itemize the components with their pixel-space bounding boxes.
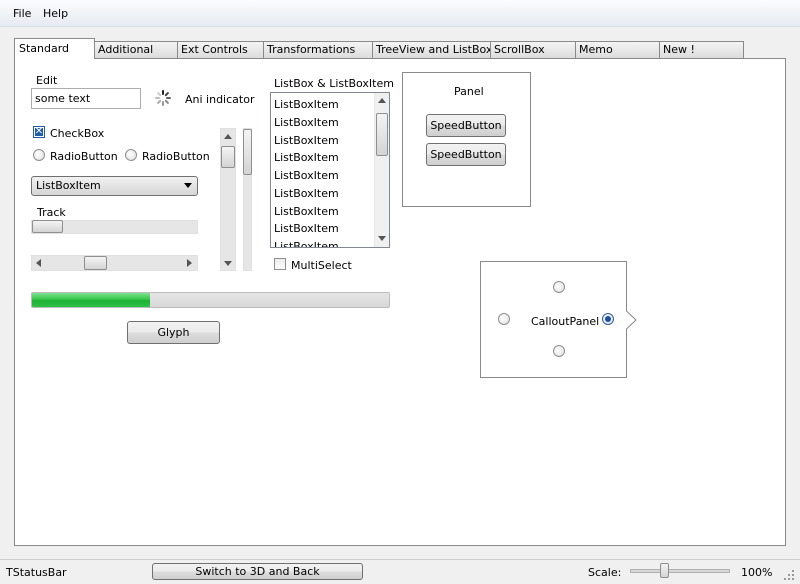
horizontal-scrollbar-thumb[interactable] — [84, 256, 107, 270]
arrow-left-icon[interactable] — [36, 259, 41, 267]
list-item[interactable]: ListBoxItem — [274, 205, 339, 218]
standard-page: Edit some text Ani indicator ✕ CheckBox … — [0, 0, 800, 584]
arrow-down-icon[interactable] — [378, 236, 386, 241]
check-mark-icon: ✕ — [34, 126, 44, 137]
callout-radio-right[interactable] — [602, 313, 614, 325]
list-item[interactable]: ListBoxItem — [274, 151, 339, 164]
listbox[interactable]: ListBoxItem ListBoxItem ListBoxItem List… — [270, 92, 390, 248]
edit-field[interactable]: some text — [31, 88, 141, 109]
chevron-down-icon — [184, 183, 192, 188]
edit-label: Edit — [36, 74, 58, 87]
arrow-up-icon[interactable] — [378, 98, 386, 103]
callout-radio-top[interactable] — [553, 281, 565, 293]
list-item[interactable]: ListBoxItem — [274, 187, 339, 200]
multiselect-label: MultiSelect — [291, 259, 352, 272]
speed-button-2[interactable]: SpeedButton — [426, 143, 506, 166]
multiselect-checkbox[interactable] — [274, 258, 286, 270]
list-item[interactable]: ListBoxItem — [274, 222, 339, 235]
track-thumb[interactable] — [32, 220, 63, 233]
horizontal-scrollbar[interactable] — [31, 255, 198, 271]
radio-button-1-label: RadioButton — [50, 150, 118, 163]
radio-button-2[interactable] — [125, 149, 137, 161]
list-item[interactable]: ListBoxItem — [274, 98, 339, 111]
list-item[interactable]: ListBoxItem — [274, 169, 339, 182]
progress-bar — [31, 292, 390, 308]
combo-box[interactable]: ListBoxItem — [31, 176, 198, 196]
callout-panel-label: CalloutPanel — [531, 315, 600, 328]
listbox-title: ListBox & ListBoxItem — [274, 77, 394, 90]
vertical-track-thumb[interactable] — [243, 129, 252, 175]
spinner-icon — [155, 90, 171, 106]
panel: Panel SpeedButton SpeedButton — [402, 72, 531, 207]
panel-label: Panel — [454, 85, 484, 98]
checkbox[interactable]: ✕ — [33, 126, 45, 138]
vertical-scrollbar-thumb[interactable] — [221, 146, 235, 168]
radio-button-1[interactable] — [33, 149, 45, 161]
radio-button-2-label: RadioButton — [142, 150, 210, 163]
list-item[interactable]: ListBoxItem — [274, 116, 339, 129]
callout-radio-bottom[interactable] — [553, 345, 565, 357]
listbox-scrollbar-thumb[interactable] — [376, 113, 388, 156]
glyph-button[interactable]: Glyph — [127, 321, 220, 344]
arrow-up-icon[interactable] — [224, 134, 232, 139]
progress-bar-fill — [32, 293, 150, 307]
list-item[interactable]: ListBoxItem — [274, 240, 339, 247]
track-label: Track — [37, 206, 66, 219]
arrow-right-icon[interactable] — [187, 259, 192, 267]
checkbox-label: CheckBox — [50, 127, 105, 140]
ani-indicator-label: Ani indicator — [185, 93, 255, 106]
list-item[interactable]: ListBoxItem — [274, 134, 339, 147]
arrow-down-icon[interactable] — [224, 261, 232, 266]
combo-box-value: ListBoxItem — [36, 179, 101, 192]
callout-radio-left[interactable] — [498, 313, 510, 325]
speed-button-1[interactable]: SpeedButton — [426, 114, 506, 137]
